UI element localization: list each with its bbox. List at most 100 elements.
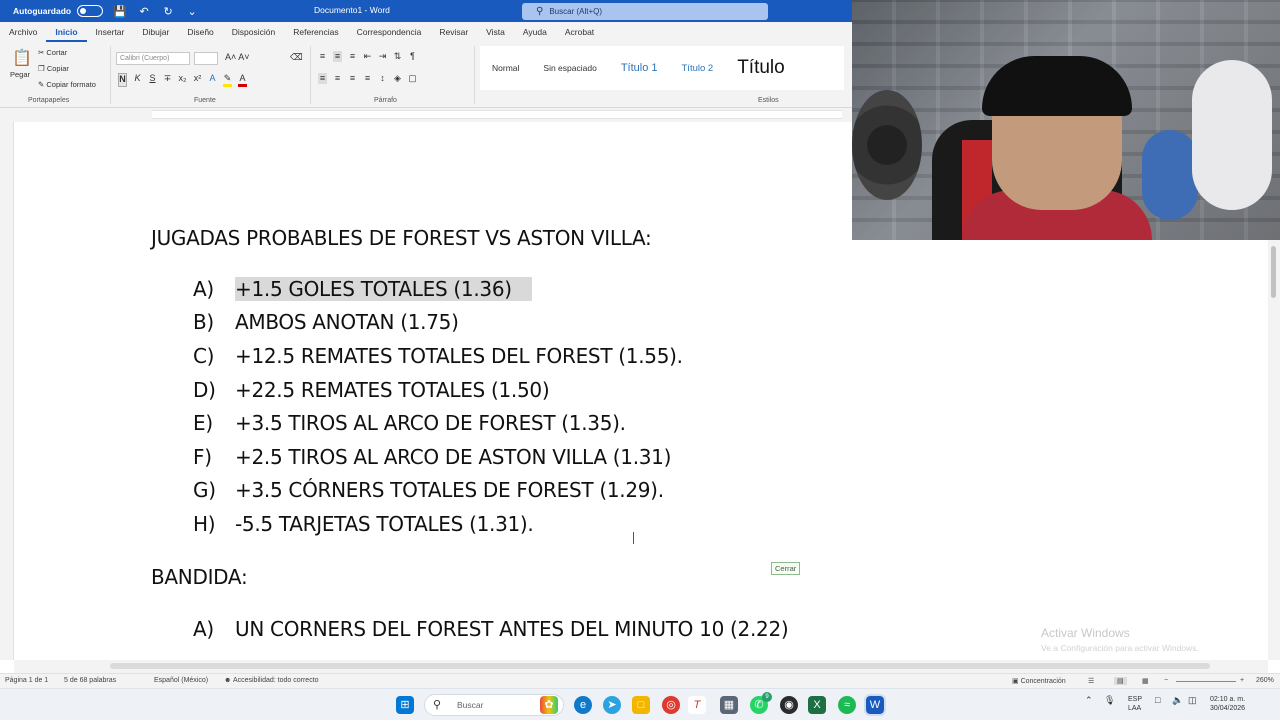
close-tooltip[interactable]: Cerrar <box>771 562 801 575</box>
undo-icon[interactable]: ↶ <box>137 5 151 18</box>
read-mode-icon[interactable]: ☰ <box>1088 677 1094 685</box>
increase-indent-icon[interactable]: ⇥ <box>378 51 387 62</box>
language-indicator[interactable]: Español (México) <box>154 677 208 684</box>
tab-referencias[interactable]: Referencias <box>284 22 347 42</box>
cut-button[interactable]: ✂ Cortar <box>38 48 67 57</box>
focus-mode-button[interactable]: ▣ Concentración <box>1012 677 1066 685</box>
save-icon[interactable]: 💾 <box>113 5 127 18</box>
font-size-select[interactable] <box>194 52 218 65</box>
shading-icon[interactable]: ◈ <box>393 73 402 84</box>
tab-vista[interactable]: Vista <box>477 22 514 42</box>
style-no-spacing[interactable]: Sin espaciado <box>531 63 608 73</box>
tab-inicio[interactable]: Inicio <box>46 22 87 42</box>
justify-icon[interactable]: ≡ <box>363 73 372 84</box>
zoom-level[interactable]: 260% <box>1256 677 1274 684</box>
borders-icon[interactable]: ▢ <box>408 73 417 84</box>
list-item[interactable]: D) +22.5 REMATES TOTALES (1.50) <box>193 373 683 407</box>
list-item[interactable]: F) +2.5 TIROS AL ARCO DE ASTON VILLA (1.… <box>193 440 683 474</box>
grow-font-icon[interactable]: A˄ A˅ <box>225 52 250 62</box>
autosave-control[interactable]: Autoguardado <box>13 5 104 17</box>
network-icon[interactable]: □ <box>1155 695 1160 705</box>
bold-button[interactable]: N <box>118 73 127 87</box>
font-color-icon[interactable]: A <box>238 73 247 87</box>
italic-button[interactable]: K <box>133 73 142 87</box>
tab-archivo[interactable]: Archivo <box>0 22 46 42</box>
underline-button[interactable]: S <box>148 73 157 87</box>
align-left-icon[interactable]: ≡ <box>318 73 327 84</box>
highlight-icon[interactable]: ✎ <box>223 73 232 87</box>
horizontal-scrollbar[interactable] <box>14 660 1268 673</box>
list-item[interactable]: H) -5.5 TARJETAS TOTALES (1.31). <box>193 507 683 541</box>
accessibility-status[interactable]: ☻ Accesibilidad: todo correcto <box>224 677 319 684</box>
strikethrough-icon[interactable]: ∓ <box>163 73 172 87</box>
word-count[interactable]: 5 de 68 palabras <box>64 677 116 684</box>
tab-insertar[interactable]: Insertar <box>87 22 134 42</box>
format-painter-button[interactable]: ✎ Copiar formato <box>38 80 96 89</box>
horizontal-ruler[interactable] <box>0 108 852 122</box>
tray-overflow-icon[interactable]: ⌃ <box>1085 695 1093 706</box>
style-heading-2[interactable]: Título 2 <box>670 63 726 74</box>
text-effects-icon[interactable]: A <box>208 73 217 87</box>
microphone-icon[interactable]: 🎙 <box>1104 695 1115 706</box>
edge-browser-icon[interactable]: e <box>574 696 592 714</box>
telegram-icon[interactable]: ➤ <box>603 696 621 714</box>
tab-diseno[interactable]: Diseño <box>178 22 222 42</box>
tab-revisar[interactable]: Revisar <box>430 22 477 42</box>
tab-correspondencia[interactable]: Correspondencia <box>348 22 431 42</box>
list-item[interactable]: E) +3.5 TIROS AL ARCO DE FOREST (1.35). <box>193 406 683 440</box>
list-item[interactable]: A) UN CORNERS DEL FOREST ANTES DEL MINUT… <box>193 612 789 646</box>
word-icon[interactable]: W <box>864 694 886 716</box>
style-normal[interactable]: Normal <box>480 63 531 73</box>
show-marks-icon[interactable]: ¶ <box>408 51 417 62</box>
style-heading-1[interactable]: Título 1 <box>609 62 670 74</box>
tab-ayuda[interactable]: Ayuda <box>514 22 556 42</box>
tab-dibujar[interactable]: Dibujar <box>133 22 178 42</box>
chrome-icon[interactable]: ◎ <box>662 696 680 714</box>
style-title[interactable]: Título <box>725 57 797 79</box>
print-layout-icon[interactable]: ▤ <box>1114 677 1127 685</box>
input-language[interactable]: ESP LAA <box>1128 695 1142 713</box>
align-right-icon[interactable]: ≡ <box>348 73 357 84</box>
excel-icon[interactable]: X <box>808 696 826 714</box>
volume-icon[interactable]: 🔈 <box>1172 695 1183 706</box>
zoom-slider[interactable] <box>1176 681 1236 682</box>
spotify-icon[interactable]: ≈ <box>838 696 856 714</box>
page-count[interactable]: Página 1 de 1 <box>5 677 48 684</box>
copy-button[interactable]: ❐ Copiar <box>38 64 69 73</box>
list-item[interactable]: C) +12.5 REMATES TOTALES DEL FOREST (1.5… <box>193 339 683 373</box>
scrollbar-thumb[interactable] <box>110 663 1210 669</box>
file-explorer-icon[interactable]: □ <box>632 696 650 714</box>
list-item[interactable]: G) +3.5 CÓRNERS TOTALES DE FOREST (1.29)… <box>193 474 683 508</box>
vertical-ruler[interactable] <box>0 122 14 660</box>
sort-icon[interactable]: ⇅ <box>393 51 402 62</box>
web-layout-icon[interactable]: ▦ <box>1142 677 1149 685</box>
redo-icon[interactable]: ↻ <box>161 5 175 18</box>
text-app-icon[interactable]: T <box>688 696 706 714</box>
zoom-in-icon[interactable]: + <box>1240 677 1244 684</box>
multilevel-list-icon[interactable]: ≡ <box>348 51 357 62</box>
clock[interactable]: 02:10 a. m. 30/04/2026 <box>1210 695 1245 713</box>
paste-button[interactable]: Pegar <box>10 70 30 79</box>
clear-format-icon[interactable]: ⌫ <box>290 52 303 63</box>
tab-disposicion[interactable]: Disposición <box>223 22 284 42</box>
vertical-scrollbar[interactable] <box>1268 240 1280 660</box>
battery-icon[interactable]: ◫ <box>1188 695 1197 706</box>
tab-acrobat[interactable]: Acrobat <box>556 22 603 42</box>
windows-start-icon[interactable]: ⊞ <box>396 696 414 714</box>
font-name-select[interactable]: Calibri (Cuerpo) <box>116 52 190 65</box>
calculator-icon[interactable]: ▦ <box>720 696 738 714</box>
customize-toolbar-icon[interactable]: ⌄ <box>185 5 199 18</box>
widgets-icon[interactable]: ✿ <box>540 696 558 714</box>
autosave-toggle[interactable] <box>77 5 104 17</box>
superscript-icon[interactable]: x² <box>193 73 202 87</box>
zoom-out-icon[interactable]: − <box>1164 677 1168 684</box>
scrollbar-thumb[interactable] <box>1271 246 1276 298</box>
bullets-icon[interactable]: ≡ <box>318 51 327 62</box>
search-box[interactable]: ⚲ Buscar (Alt+Q) <box>522 3 768 20</box>
subscript-icon[interactable]: x₂ <box>178 73 187 87</box>
list-item[interactable]: A) +1.5 GOLES TOTALES (1.36) <box>193 272 683 306</box>
list-item[interactable]: B) AMBOS ANOTAN (1.75) <box>193 306 683 340</box>
numbering-icon[interactable]: ≡ <box>333 51 342 62</box>
line-spacing-icon[interactable]: ↕ <box>378 73 387 84</box>
align-center-icon[interactable]: ≡ <box>333 73 342 84</box>
